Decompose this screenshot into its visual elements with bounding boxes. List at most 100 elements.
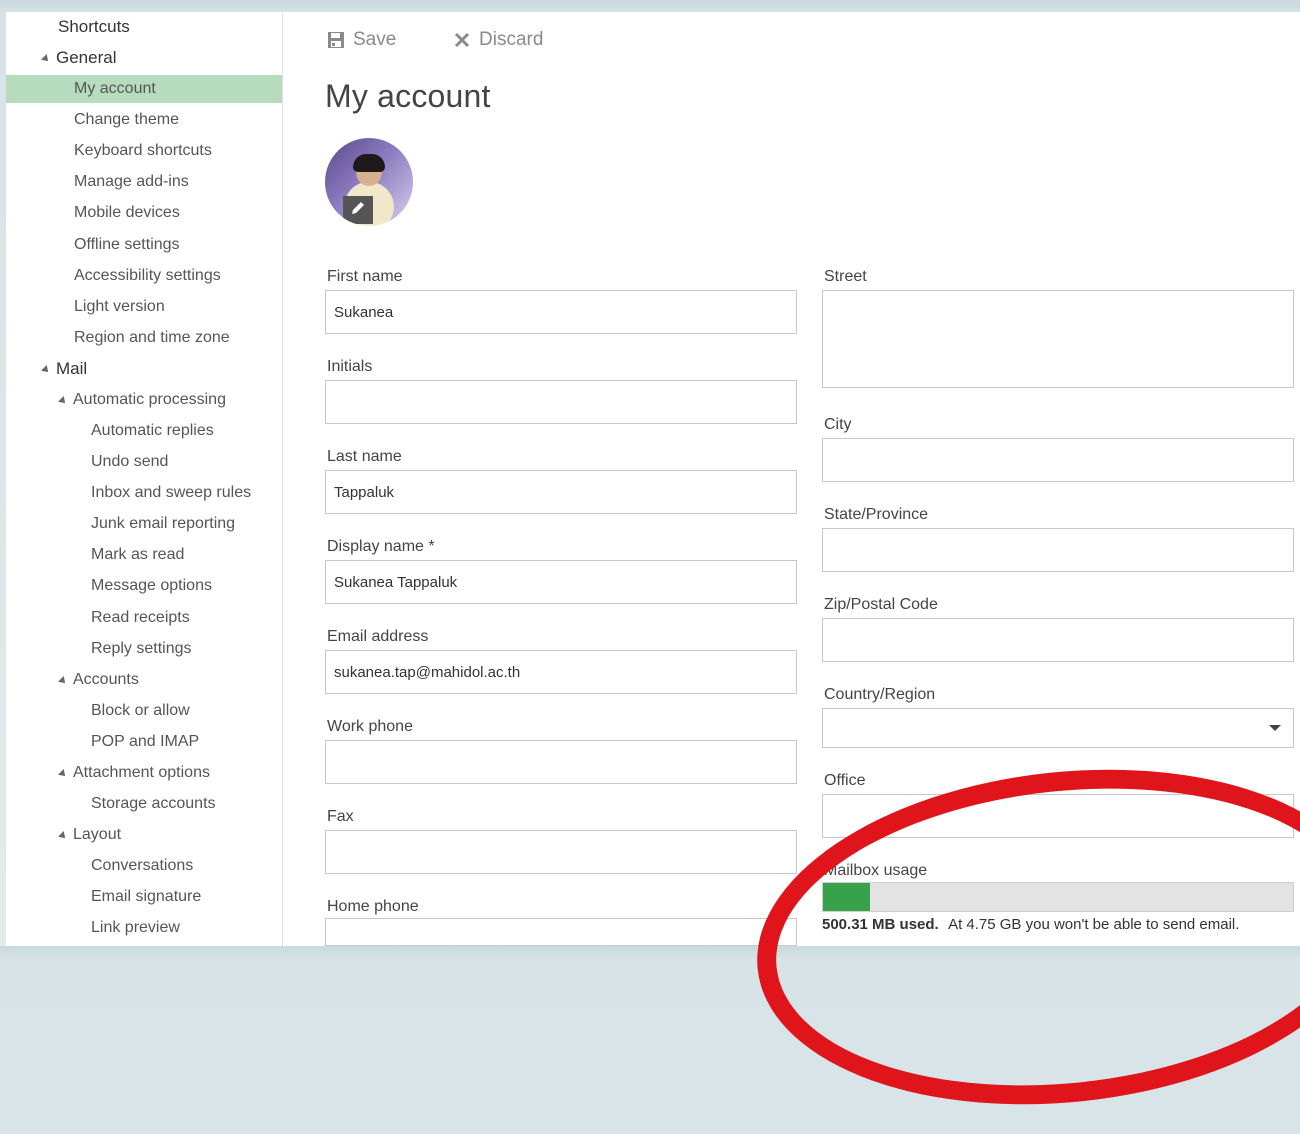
sidebar-item[interactable]: Accounts [6,666,282,694]
state-field[interactable] [822,528,1294,572]
sidebar-item[interactable]: Accessibility settings [6,262,282,290]
city-field[interactable] [822,438,1294,482]
sidebar-item[interactable]: Manage add-ins [6,168,282,196]
close-icon [453,31,471,49]
save-label: Save [353,29,397,50]
last-name-field[interactable] [325,470,797,514]
mailbox-limit-note: At 4.75 GB you won't be able to send ema… [948,916,1240,933]
sidebar-item[interactable]: Undo send [6,448,282,476]
first-name-field[interactable] [325,290,797,334]
sidebar-item[interactable]: My account [6,75,282,104]
sidebar-item[interactable]: Mobile devices [6,199,282,227]
sidebar-item-label: Light version [74,297,165,315]
save-button[interactable]: Save [327,26,396,54]
country-select[interactable] [822,708,1294,748]
sidebar-item-label: Mark as read [91,546,185,564]
initials-field[interactable] [325,380,797,424]
avatar[interactable] [325,138,413,226]
save-icon [327,31,345,49]
sidebar-item[interactable]: Inbox and sweep rules [6,479,282,507]
sidebar-item[interactable]: Mark as read [6,541,282,569]
home-phone-label: Home phone [327,898,419,915]
expand-triangle-icon[interactable] [58,675,68,686]
settings-window: Shortcuts General My account Change theme Ke… [6,12,1300,1134]
sidebar-item[interactable]: Automatic processing [6,386,282,414]
sidebar-item-label: Offline settings [74,235,180,253]
sidebar-item[interactable]: Automatic replies [6,417,282,445]
sidebar-item-label: Attachment options [73,763,210,781]
sidebar-item[interactable]: Message options [6,572,282,600]
work-phone-label: Work phone [327,718,413,735]
mailbox-usage-bar [822,882,1294,912]
sidebar-item-label: Mail [56,358,88,378]
sidebar-item-label: Automatic processing [73,390,226,408]
mailbox-usage-label: Mailbox usage [824,862,928,879]
page-title: My account [325,78,491,114]
expand-triangle-icon[interactable] [58,831,68,842]
sidebar-item-label: Message options [91,577,212,595]
sidebar-item-label: General [56,48,117,68]
sidebar-item-label: Accessibility settings [74,266,221,284]
fax-label: Fax [327,808,354,825]
sidebar-item-label: Email signature [91,888,202,906]
sidebar-item-label: Shortcuts [58,17,130,36]
work-phone-field[interactable] [325,740,797,784]
sidebar-item-label: Mobile devices [74,204,180,222]
sidebar-item[interactable]: Offline settings [6,231,282,259]
sidebar-item-label: Region and time zone [74,328,230,346]
expand-triangle-icon[interactable] [58,396,68,406]
sidebar-item-label: Inbox and sweep rules [91,484,252,502]
main-panel: Save Discard My account First name Initi… [283,12,1300,946]
sidebar-item-label: Reply settings [91,639,192,657]
country-label: Country/Region [824,686,936,703]
sidebar-item-label: Manage add-ins [74,173,189,191]
sidebar-item-label: Storage accounts [91,795,216,812]
discard-button[interactable]: Discard [453,26,543,54]
sidebar-item[interactable]: Reply settings [6,635,282,663]
sidebar-item[interactable]: Link preview [6,914,282,942]
sidebar-item-label: Accounts [73,670,139,688]
expand-triangle-icon[interactable] [58,768,68,779]
sidebar-item-label: Junk email reporting [91,515,236,533]
sidebar-item-label: Link preview [91,919,180,937]
sidebar-item[interactable]: Layout [6,821,282,849]
expand-triangle-icon[interactable] [41,364,51,375]
sidebar-item-label: Change theme [74,111,179,129]
pencil-icon [349,199,367,222]
discard-label: Discard [479,29,544,50]
sidebar-item[interactable]: Attachment options [6,759,282,787]
sidebar-item[interactable]: Junk email reporting [6,510,282,538]
sidebar-item[interactable]: Read receipts [6,604,282,632]
sidebar-item[interactable]: Region and time zone [6,324,282,352]
sidebar-item[interactable]: General [6,44,282,72]
street-field[interactable] [822,290,1294,388]
sidebar-item[interactable]: Mail [6,355,282,383]
sidebar-item-label: Conversations [91,857,194,875]
sidebar-item[interactable]: Keyboard shortcuts [6,137,282,165]
sidebar-item[interactable]: Change theme [6,106,282,134]
sidebar-item-label: POP and IMAP [91,732,200,750]
email-field[interactable] [325,650,797,694]
sidebar-item[interactable]: Shortcuts [6,13,282,41]
zip-label: Zip/Postal Code [824,596,938,613]
sidebar-item[interactable]: Block or allow [6,697,282,725]
email-label: Email address [327,628,429,645]
last-name-label: Last name [327,448,402,465]
expand-triangle-icon[interactable] [41,54,51,65]
home-phone-field[interactable] [325,918,797,946]
sidebar-item[interactable]: POP and IMAP [6,728,282,756]
sidebar-item-label: Keyboard shortcuts [74,142,212,160]
sidebar-item-label: Automatic replies [91,422,214,440]
sidebar-item-label: Layout [73,826,122,844]
sidebar-item[interactable]: Light version [6,293,282,321]
office-field[interactable] [822,794,1294,838]
sidebar-item[interactable]: Storage accounts [6,790,282,818]
sidebar-item[interactable]: Email signature [6,883,282,911]
edit-photo-button[interactable] [343,196,373,224]
office-label: Office [824,772,866,789]
sidebar-item[interactable]: Conversations [6,852,282,880]
fax-field[interactable] [325,830,797,874]
sidebar-item-label: My account [74,80,156,98]
zip-field[interactable] [822,618,1294,662]
display-name-field[interactable] [325,560,797,604]
